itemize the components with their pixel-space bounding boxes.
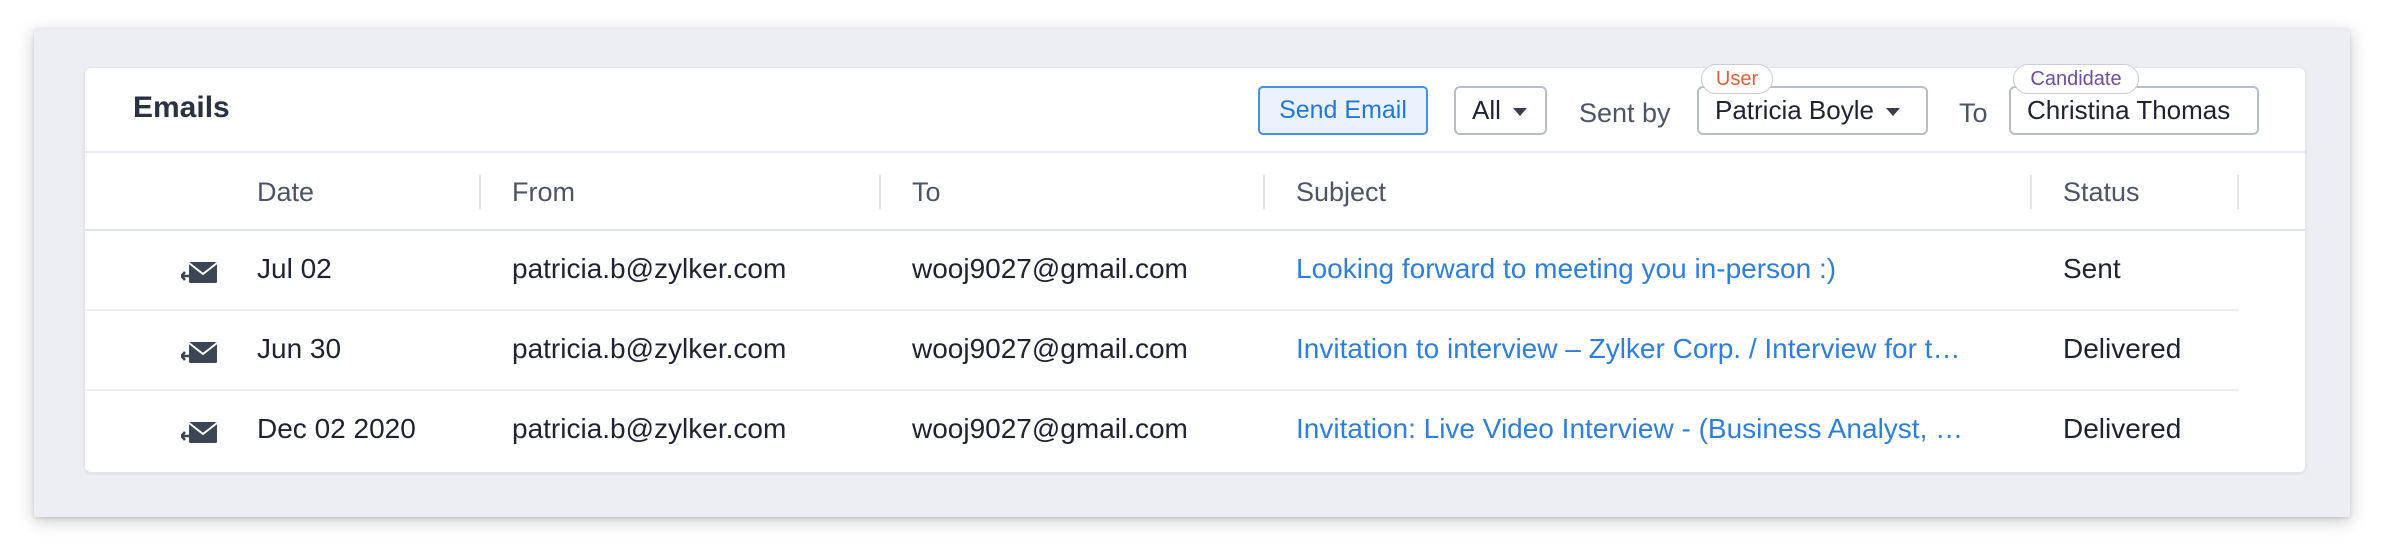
email-to: wooj9027@gmail.com bbox=[912, 333, 1188, 364]
user-badge: User bbox=[1701, 64, 1773, 94]
page-title: Emails bbox=[133, 91, 230, 124]
chevron-down-icon bbox=[1885, 108, 1900, 116]
email-to: wooj9027@gmail.com bbox=[912, 413, 1188, 444]
sent-by-label: Sent by bbox=[1579, 98, 1671, 128]
email-status: Delivered bbox=[2063, 333, 2182, 364]
email-date: Jul 02 bbox=[257, 253, 332, 284]
email-subject-link[interactable]: Invitation to interview – Zylker Corp. /… bbox=[1296, 333, 2001, 365]
sent-mail-icon bbox=[181, 342, 218, 363]
email-from: patricia.b@zylker.com bbox=[512, 253, 787, 284]
column-header-from[interactable]: From bbox=[512, 177, 575, 208]
email-from: patricia.b@zylker.com bbox=[512, 333, 787, 364]
column-header-status[interactable]: Status bbox=[2063, 177, 2140, 208]
email-status: Sent bbox=[2063, 253, 2121, 284]
column-divider bbox=[479, 175, 481, 209]
table-row[interactable]: Jul 02 patricia.b@zylker.com wooj9027@gm… bbox=[85, 231, 2239, 311]
table-header: Date From To Subject Status bbox=[85, 153, 2305, 231]
email-date: Dec 02 2020 bbox=[257, 413, 416, 444]
email-to: wooj9027@gmail.com bbox=[912, 253, 1188, 284]
table-row[interactable]: Dec 02 2020 patricia.b@zylker.com wooj90… bbox=[85, 391, 2239, 471]
send-email-button[interactable]: Send Email bbox=[1258, 86, 1428, 135]
mail-filter-dropdown[interactable]: All bbox=[1454, 86, 1547, 135]
mail-filter-value: All bbox=[1472, 95, 1501, 125]
column-divider bbox=[2237, 175, 2239, 209]
column-header-subject[interactable]: Subject bbox=[1296, 177, 1386, 208]
sent-by-value: Patricia Boyle bbox=[1715, 95, 1874, 125]
chevron-down-icon bbox=[1512, 108, 1527, 116]
email-date: Jun 30 bbox=[257, 333, 342, 364]
column-divider bbox=[1263, 175, 1265, 209]
sent-mail-icon bbox=[181, 422, 218, 443]
emails-card: Emails Send Email All Sent by Patricia B… bbox=[84, 64, 2306, 473]
emails-header: Emails Send Email All Sent by Patricia B… bbox=[85, 64, 2305, 153]
sent-mail-icon bbox=[181, 262, 218, 283]
column-divider bbox=[879, 175, 881, 209]
candidate-badge: Candidate bbox=[2013, 64, 2139, 94]
column-divider bbox=[2030, 175, 2032, 209]
email-subject-link[interactable]: Invitation: Live Video Interview - (Busi… bbox=[1296, 413, 2001, 445]
recipient-value: Christina Thomas bbox=[2027, 95, 2231, 125]
table-row[interactable]: Jun 30 patricia.b@zylker.com wooj9027@gm… bbox=[85, 311, 2239, 391]
to-label: To bbox=[1959, 98, 1988, 128]
email-from: patricia.b@zylker.com bbox=[512, 413, 787, 444]
column-header-to[interactable]: To bbox=[912, 177, 941, 208]
email-status: Delivered bbox=[2063, 413, 2182, 444]
column-header-date[interactable]: Date bbox=[257, 177, 314, 208]
email-subject-link[interactable]: Looking forward to meeting you in-person… bbox=[1296, 253, 2001, 285]
emails-panel-backdrop: Emails Send Email All Sent by Patricia B… bbox=[34, 29, 2350, 517]
